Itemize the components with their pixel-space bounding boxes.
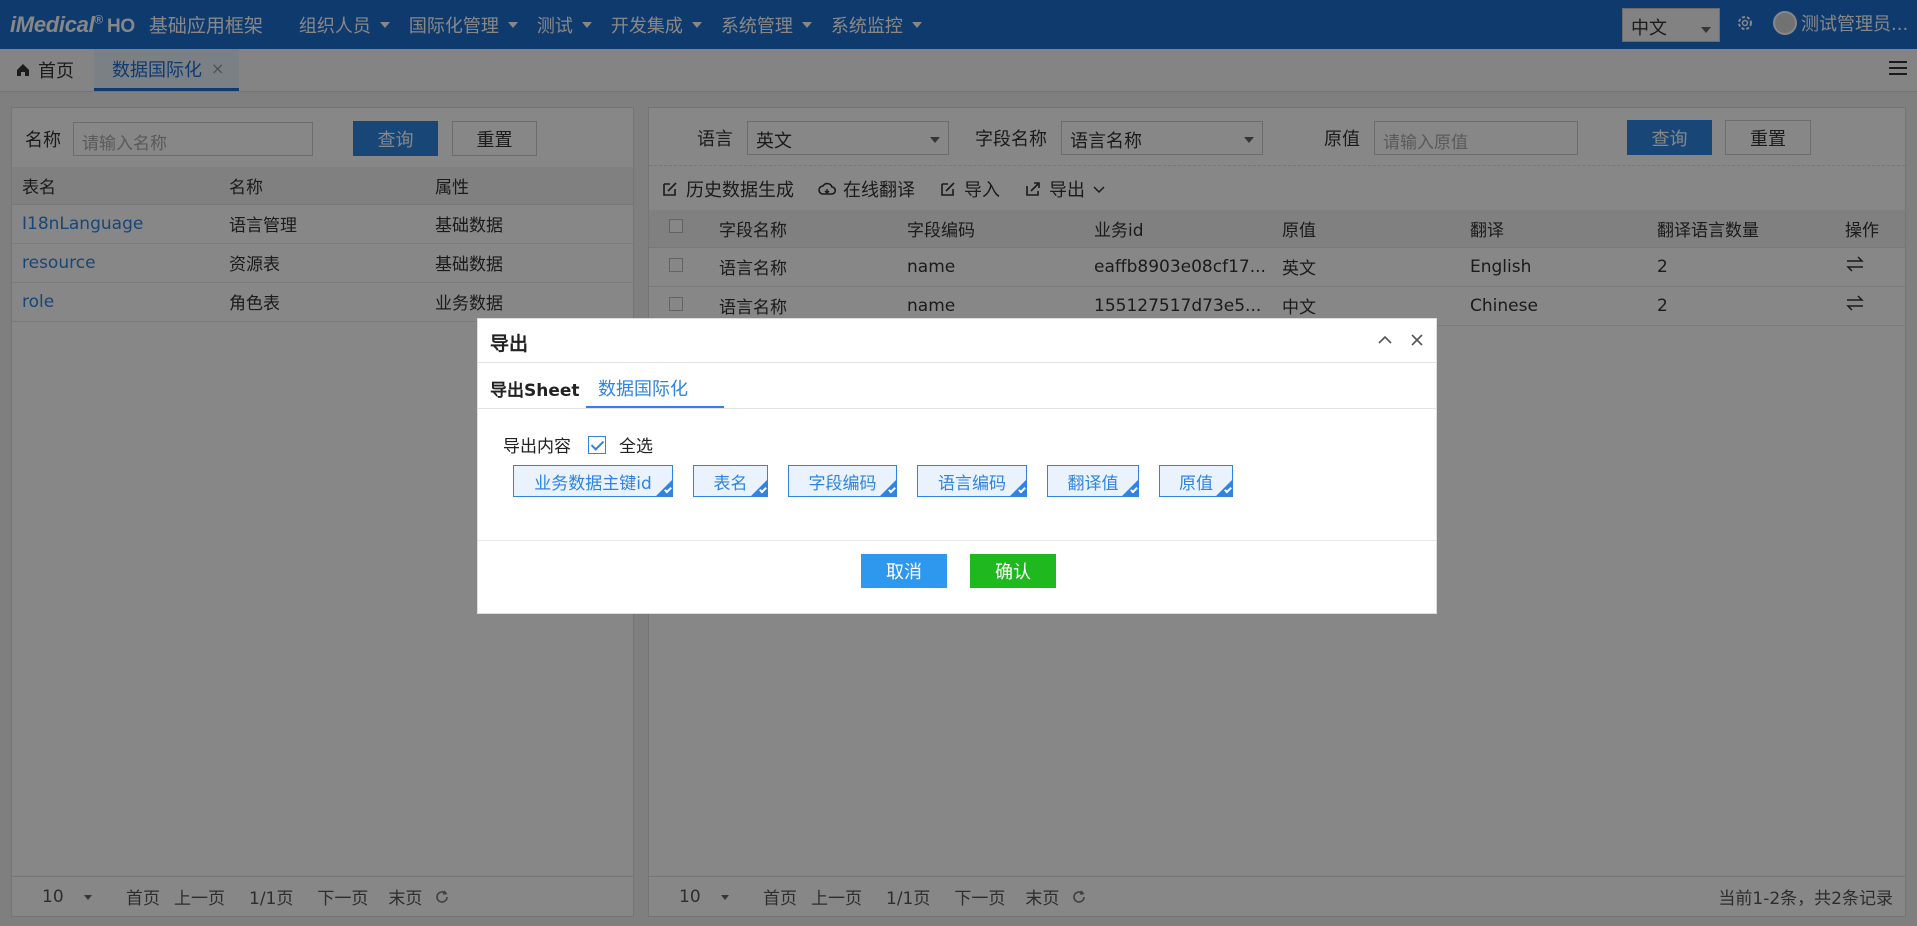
close-icon[interactable] <box>1408 331 1426 349</box>
chip-translation[interactable]: 翻译值 <box>1047 465 1139 497</box>
export-dialog: 导出 导出Sheet 数据国际化 导出内容 全选 业务数据主键id 表名 字段编… <box>477 318 1437 614</box>
export-content-label: 导出内容 <box>503 437 571 457</box>
dialog-title: 导出 <box>490 333 529 355</box>
export-field-chips: 业务数据主键id 表名 字段编码 语言编码 翻译值 原值 <box>513 465 1253 497</box>
select-all-label[interactable]: 全选 <box>619 432 653 457</box>
chip-field-code[interactable]: 字段编码 <box>788 465 897 497</box>
tab-data-i18n-sheet[interactable]: 数据国际化 <box>586 363 724 408</box>
chip-table-name[interactable]: 表名 <box>693 465 768 497</box>
chip-original-value[interactable]: 原值 <box>1159 465 1233 497</box>
cancel-button[interactable]: 取消 <box>861 554 947 588</box>
confirm-button[interactable]: 确认 <box>970 554 1056 588</box>
chip-language-code[interactable]: 语言编码 <box>917 465 1027 497</box>
select-all-checkbox[interactable] <box>588 435 606 454</box>
export-sheet-label: 导出Sheet <box>490 381 580 401</box>
collapse-icon[interactable] <box>1376 331 1394 349</box>
chip-business-key[interactable]: 业务数据主键id <box>513 465 673 497</box>
